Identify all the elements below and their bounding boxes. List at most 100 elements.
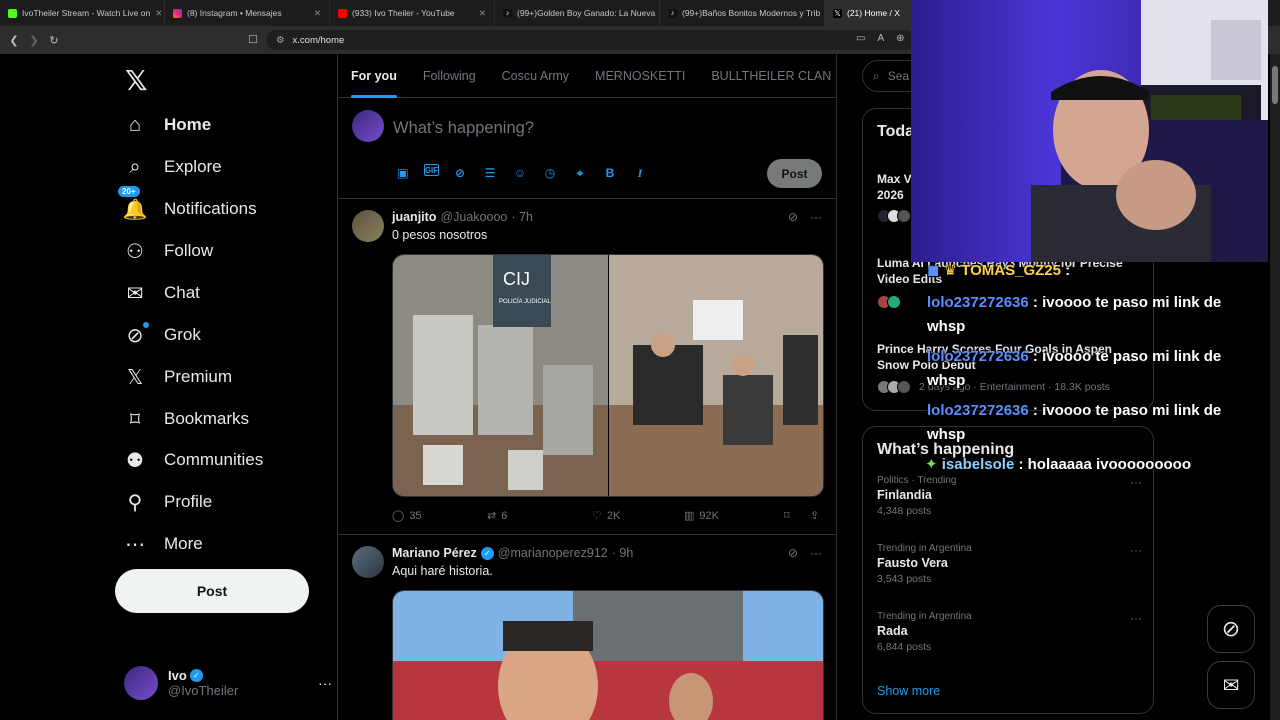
- back-icon[interactable]: ❮: [4, 34, 24, 47]
- gif-icon[interactable]: GIF: [424, 164, 439, 176]
- sidebar-item-home[interactable]: ⌂ Home: [112, 104, 211, 146]
- browser-tab[interactable]: (8) Instagram • Mensajes ✕: [165, 0, 330, 26]
- browser-tab[interactable]: IvoTheiler Stream - Watch Live on ✕: [0, 0, 165, 26]
- location-icon[interactable]: ⌖: [571, 164, 589, 182]
- compose-post-button[interactable]: Post: [767, 159, 822, 188]
- sidebar-item-grok[interactable]: ⊘ Grok: [112, 314, 201, 356]
- bookmark-button[interactable]: ⌑: [784, 509, 810, 522]
- image-icon[interactable]: ▣: [394, 164, 412, 182]
- schedule-icon[interactable]: ◷: [541, 164, 559, 182]
- tweet-author-handle[interactable]: @Juakoooo: [440, 210, 507, 224]
- like-button[interactable]: ♡ 2K: [592, 509, 684, 523]
- tab-bulltheiler-clan[interactable]: BULLTHEILER CLAN: [698, 54, 836, 98]
- italic-icon[interactable]: I: [631, 164, 649, 182]
- url-field[interactable]: ⚙ x.com/home: [266, 30, 916, 50]
- grok-floating-button[interactable]: ⊘: [1207, 605, 1255, 653]
- chat-user: lolo237272636: [927, 294, 1029, 311]
- tweet-text: 0 pesos nosotros: [392, 228, 488, 242]
- sidebar-item-explore[interactable]: ⌕ Explore: [112, 146, 221, 188]
- tweet-author-name[interactable]: Mariano Pérez: [392, 546, 477, 560]
- browser-tab[interactable]: ♪(99+)Baños Bonitos Modernos y Trib✕: [660, 0, 825, 26]
- close-icon[interactable]: ✕: [155, 8, 162, 19]
- sidebar-item-communities[interactable]: ⚉ Communities: [112, 439, 263, 481]
- messages-floating-button[interactable]: ✉: [1207, 661, 1255, 709]
- bookmark-page-icon[interactable]: ☐: [248, 33, 258, 46]
- sidebar-item-profile[interactable]: ⚲ Profile: [112, 481, 213, 523]
- sign-text: CIJ: [503, 269, 530, 289]
- heart-icon: ♡: [592, 510, 602, 522]
- grok-icon[interactable]: ⊘: [788, 546, 798, 560]
- sidebar-item-label: More: [164, 534, 203, 553]
- account-handle: @IvoTheiler: [168, 683, 239, 698]
- tweet-media[interactable]: [392, 590, 824, 720]
- sidebar-item-bookmarks[interactable]: ⌑ Bookmarks: [112, 398, 249, 440]
- tab-mernosketti[interactable]: MERNOSKETTI: [582, 54, 698, 98]
- bookmark-icon: ⌑: [129, 408, 141, 431]
- trend-item[interactable]: Trending in Argentina Rada 6,844 posts ·…: [877, 611, 1142, 653]
- verified-badge-icon: ✓: [189, 669, 203, 682]
- zoom-icon[interactable]: ⊕: [896, 33, 904, 44]
- trend-item[interactable]: Politics · Trending Finlandia 4,348 post…: [877, 475, 1142, 517]
- close-icon[interactable]: ✕: [479, 8, 486, 19]
- more-options-icon[interactable]: ···: [810, 210, 822, 224]
- account-switcher[interactable]: Ivo ✓ @IvoTheiler ···: [124, 660, 332, 706]
- reply-button[interactable]: ◯ 35: [392, 509, 487, 523]
- retweet-button[interactable]: ⇄ 6: [487, 509, 592, 523]
- tab-following[interactable]: Following: [410, 54, 489, 98]
- views-button[interactable]: ▥ 92K: [684, 509, 784, 523]
- sidebar-item-chat[interactable]: ✉ Chat: [112, 272, 200, 314]
- translate-icon[interactable]: A: [877, 33, 884, 44]
- tweet-author-name[interactable]: juanjito: [392, 210, 436, 224]
- tweet-author-handle[interactable]: @marianoperez912: [498, 546, 608, 560]
- add-user-icon: ⚇: [126, 240, 144, 263]
- poll-icon[interactable]: ☰: [481, 164, 499, 182]
- tweet[interactable]: Mariano Pérez ✓ @marianoperez912 · 9h ⊘ …: [338, 535, 836, 720]
- tweet-time[interactable]: · 7h: [511, 210, 533, 224]
- sidebar-item-follow[interactable]: ⚇ Follow: [112, 230, 213, 272]
- grok-icon[interactable]: ⊘: [788, 210, 798, 224]
- composer: What’s happening? ▣ GIF ⊘ ☰ ☺ ◷ ⌖ B I Po…: [338, 98, 836, 199]
- x-logo-icon[interactable]: 𝕏: [125, 64, 148, 97]
- grok-icon[interactable]: ⊘: [451, 164, 469, 182]
- reload-icon[interactable]: ↻: [44, 34, 64, 47]
- show-more-link[interactable]: Show more: [877, 684, 940, 698]
- emoji-icon[interactable]: ☺: [511, 164, 529, 182]
- more-options-icon[interactable]: ···: [318, 675, 332, 691]
- tweet-time[interactable]: · 9h: [612, 546, 634, 560]
- share-button[interactable]: ⇪: [810, 509, 819, 522]
- more-options-icon[interactable]: ···: [810, 546, 822, 560]
- browser-tab[interactable]: ♪(99+)Golden Boy Ganado: La Nueva✕: [495, 0, 660, 26]
- chat-message: ✦ isabelsole : holaaaaa ivooooooooo: [925, 453, 1191, 477]
- avatar[interactable]: [352, 210, 384, 242]
- tweet[interactable]: juanjito @Juakoooo · 7h ⊘ ··· 0 pesos no…: [338, 199, 836, 535]
- forward-icon[interactable]: ❯: [24, 34, 44, 47]
- more-options-icon[interactable]: ···: [1130, 475, 1142, 489]
- tab-for-you[interactable]: For you: [338, 54, 410, 98]
- trend-name: Rada: [877, 624, 908, 638]
- sidebar-item-notifications[interactable]: 🔔 20+ Notifications: [112, 186, 257, 230]
- site-info-icon[interactable]: ⚙: [276, 35, 285, 46]
- more-options-icon[interactable]: ···: [1130, 543, 1142, 557]
- compose-input[interactable]: What’s happening?: [393, 119, 534, 138]
- scrollbar-thumb[interactable]: [1272, 66, 1278, 104]
- chat-text: :: [1065, 262, 1071, 279]
- page-scrollbar[interactable]: [1270, 54, 1280, 720]
- sidebar-item-label: Profile: [164, 492, 213, 511]
- post-button[interactable]: Post: [115, 569, 309, 613]
- bold-icon[interactable]: B: [601, 164, 619, 182]
- avatar[interactable]: [352, 546, 384, 578]
- close-icon[interactable]: ✕: [314, 8, 321, 19]
- tweet-media[interactable]: CIJ POLICÍA JUDICIAL: [392, 254, 824, 497]
- tab-coscu-army[interactable]: Coscu Army: [489, 54, 582, 98]
- trend-posts: 3,543 posts: [877, 573, 932, 585]
- share-icon: ⇪: [810, 510, 820, 522]
- chat-text: : holaaaaa ivooooooooo: [1018, 456, 1191, 473]
- retweet-icon: ⇄: [487, 510, 497, 522]
- trend-item[interactable]: Trending in Argentina Fausto Vera 3,543 …: [877, 543, 1142, 585]
- browser-tab[interactable]: (933) Ivo Theiler - YouTube ✕: [330, 0, 495, 26]
- sidebar-item-more[interactable]: ⋯ More: [112, 523, 203, 565]
- sidebar-item-premium[interactable]: 𝕏 Premium: [112, 356, 232, 398]
- cast-icon[interactable]: ▭: [856, 33, 865, 44]
- more-options-icon[interactable]: ···: [1130, 611, 1142, 625]
- retweet-count: 6: [501, 509, 508, 522]
